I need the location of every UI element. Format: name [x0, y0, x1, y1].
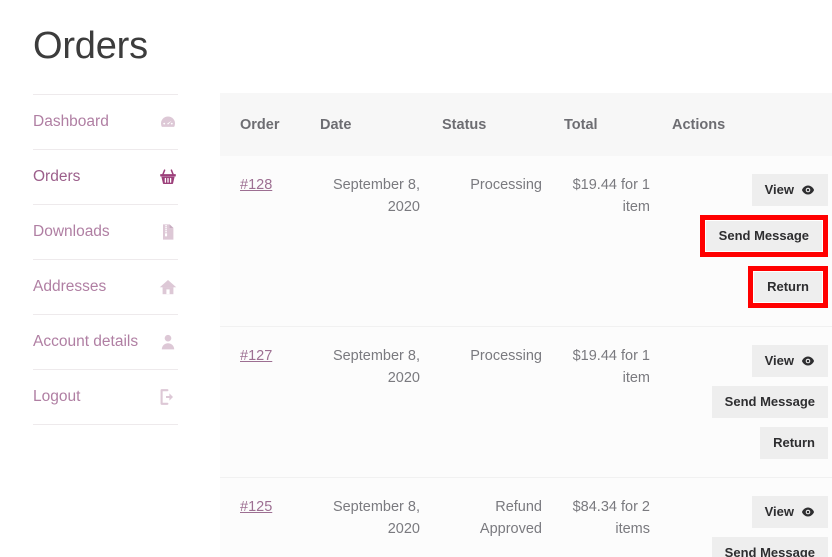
button-label: View [764, 353, 794, 368]
order-actions-cell: View Send Message Return [672, 345, 828, 459]
order-number-cell: #127 [240, 345, 320, 459]
user-icon [158, 332, 178, 352]
table-row: #125 September 8, 2020 Refund Approved $84.… [220, 478, 832, 557]
order-number-link[interactable]: #127 [240, 348, 272, 364]
sidebar-item-label: Downloads [33, 223, 110, 240]
button-label: View [764, 504, 794, 519]
order-number-cell: #128 [240, 174, 320, 308]
sidebar-item-label: Addresses [33, 278, 107, 295]
table-row: #128 September 8, 2020 Processing $19.44 fo… [220, 156, 832, 327]
sidebar-item-label: Logout [33, 388, 81, 405]
column-header-status: Status [442, 116, 487, 133]
account-navigation: Dashboard Orders Downloads Addresses Account… [33, 94, 178, 425]
sidebar-item-account-details[interactable]: Account details [33, 315, 178, 370]
button-label: Return [767, 279, 809, 294]
order-actions-cell: View Send Message Return [672, 174, 828, 308]
table-row: #127 September 8, 2020 Processing $19.44 fo… [220, 327, 832, 478]
order-total-cell: $19.44 for 1 item [572, 348, 650, 386]
view-button[interactable]: View [751, 345, 828, 377]
order-number-link[interactable]: #125 [240, 499, 272, 515]
home-icon [158, 277, 178, 297]
column-header-order: Order [240, 116, 280, 133]
table-header-row: Order Date Status Total Actions [220, 93, 832, 156]
button-label: View [764, 182, 794, 197]
sidebar-item-logout[interactable]: Logout [33, 370, 178, 425]
order-status-cell: Refund Approved [479, 499, 542, 537]
button-label: Send Message [724, 394, 815, 409]
dashboard-gauge-icon [158, 112, 178, 132]
button-label: Send Message [724, 545, 815, 557]
zip-file-icon [158, 222, 178, 242]
shopping-basket-icon [158, 167, 178, 187]
order-number-link[interactable]: #128 [240, 177, 272, 193]
sidebar-item-orders[interactable]: Orders [33, 150, 178, 205]
order-total-cell: $19.44 for 1 item [572, 177, 650, 215]
column-header-total: Total [564, 116, 598, 133]
return-button[interactable]: Return [754, 272, 822, 302]
return-button[interactable]: Return [760, 427, 828, 459]
eye-icon [801, 354, 815, 368]
send-message-button[interactable]: Send Message [705, 221, 822, 251]
view-button[interactable]: View [751, 174, 828, 206]
highlight-box: Send Message [699, 215, 828, 257]
sidebar-item-dashboard[interactable]: Dashboard [33, 95, 178, 150]
order-status-cell: Processing [470, 177, 542, 193]
order-actions-cell: View Send Message [672, 496, 828, 557]
sidebar-item-addresses[interactable]: Addresses [33, 260, 178, 315]
send-message-button[interactable]: Send Message [711, 386, 828, 418]
button-label: Return [773, 435, 815, 450]
table-body: #128 September 8, 2020 Processing $19.44 fo… [220, 156, 832, 557]
column-header-actions: Actions [672, 116, 726, 133]
order-total-cell: $84.34 for 2 items [572, 499, 650, 537]
orders-table: Order Date Status Total Actions #128 Sept… [220, 93, 832, 557]
order-number-cell: #125 [240, 496, 320, 557]
page-title: Orders [33, 25, 148, 67]
account-orders-page: Orders Dashboard Orders Downloads Addresses… [0, 0, 832, 557]
order-status-cell: Processing [470, 348, 542, 364]
highlight-box: Return [748, 266, 828, 308]
sidebar-item-downloads[interactable]: Downloads [33, 205, 178, 260]
logout-arrow-icon [158, 387, 178, 407]
sidebar-item-label: Account details [33, 333, 139, 350]
order-date-cell: September 8, 2020 [332, 177, 420, 215]
sidebar-item-label: Dashboard [33, 113, 109, 130]
eye-icon [801, 183, 815, 197]
order-date-cell: September 8, 2020 [332, 348, 420, 386]
send-message-button[interactable]: Send Message [711, 537, 828, 557]
account-sidebar: Orders Dashboard Orders Downloads Addresses… [0, 0, 212, 557]
column-header-date: Date [320, 116, 352, 133]
button-label: Send Message [718, 228, 809, 243]
eye-icon [801, 505, 815, 519]
sidebar-item-label: Orders [33, 168, 81, 185]
order-date-cell: September 8, 2020 [332, 499, 420, 537]
view-button[interactable]: View [751, 496, 828, 528]
